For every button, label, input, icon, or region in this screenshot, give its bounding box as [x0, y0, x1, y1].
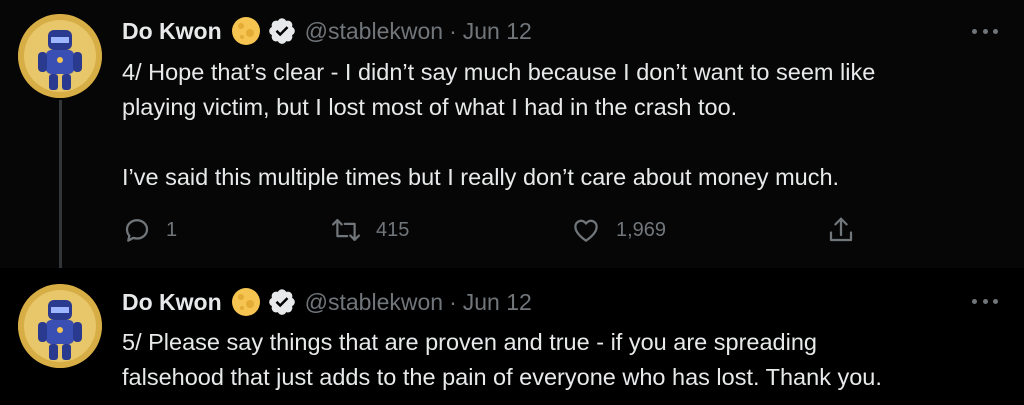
- author-name[interactable]: Do Kwon: [122, 18, 222, 45]
- separator-dot: ·: [449, 17, 457, 44]
- author-handle[interactable]: @stablekwon: [305, 18, 443, 45]
- full-moon-icon: [231, 287, 261, 317]
- tweet-text-line: [122, 125, 1002, 160]
- tweet-text-line: falsehood that just adds to the pain of …: [122, 364, 882, 390]
- reply-count: 1: [166, 218, 178, 241]
- tweet-text-line: 5/ Please say things that are proven and…: [122, 329, 817, 355]
- more-options-icon[interactable]: [972, 26, 998, 36]
- retweet-count: 415: [376, 218, 410, 241]
- tweet-date[interactable]: Jun 12: [463, 289, 532, 316]
- separator-dot: ·: [449, 288, 457, 315]
- author-name[interactable]: Do Kwon: [122, 289, 222, 316]
- retweet-icon: [330, 215, 362, 245]
- thread-connector-line: [59, 100, 62, 278]
- avatar[interactable]: [18, 14, 102, 98]
- verified-badge-icon: [267, 16, 297, 46]
- tweet-text-line: playing victim, but I lost most of what …: [122, 94, 738, 120]
- tweet-actions: 1 415 1,969: [122, 210, 882, 250]
- tweet-text: 4/ Hope that’s clear - I didn’t say much…: [122, 55, 1002, 195]
- retweet-button[interactable]: 415: [330, 210, 409, 250]
- more-options-icon[interactable]: [972, 296, 998, 306]
- reply-button[interactable]: 1: [122, 210, 177, 250]
- full-moon-icon: [231, 16, 261, 46]
- tweet-text-line: I’ve said this multiple times but I real…: [122, 164, 840, 190]
- share-button[interactable]: [826, 210, 856, 250]
- tweet-date[interactable]: Jun 12: [463, 18, 532, 45]
- share-icon: [826, 215, 856, 245]
- tweet-header: Do Kwon @stablekwon · Jun 12: [122, 284, 532, 320]
- heart-icon: [570, 215, 602, 245]
- tweet-text-line: 4/ Hope that’s clear - I didn’t say much…: [122, 59, 876, 85]
- verified-badge-icon: [267, 287, 297, 317]
- like-button[interactable]: 1,969: [570, 210, 666, 250]
- tweet-text: 5/ Please say things that are proven and…: [122, 325, 1002, 395]
- like-count: 1,969: [616, 218, 667, 241]
- avatar[interactable]: [18, 284, 102, 368]
- tweet-header: Do Kwon @stablekwon · Jun 12: [122, 13, 532, 49]
- tweet-4[interactable]: Do Kwon @stablekwon · Jun 12 4/ Hope tha…: [0, 0, 1024, 278]
- author-handle[interactable]: @stablekwon: [305, 289, 443, 316]
- reply-icon: [122, 215, 152, 245]
